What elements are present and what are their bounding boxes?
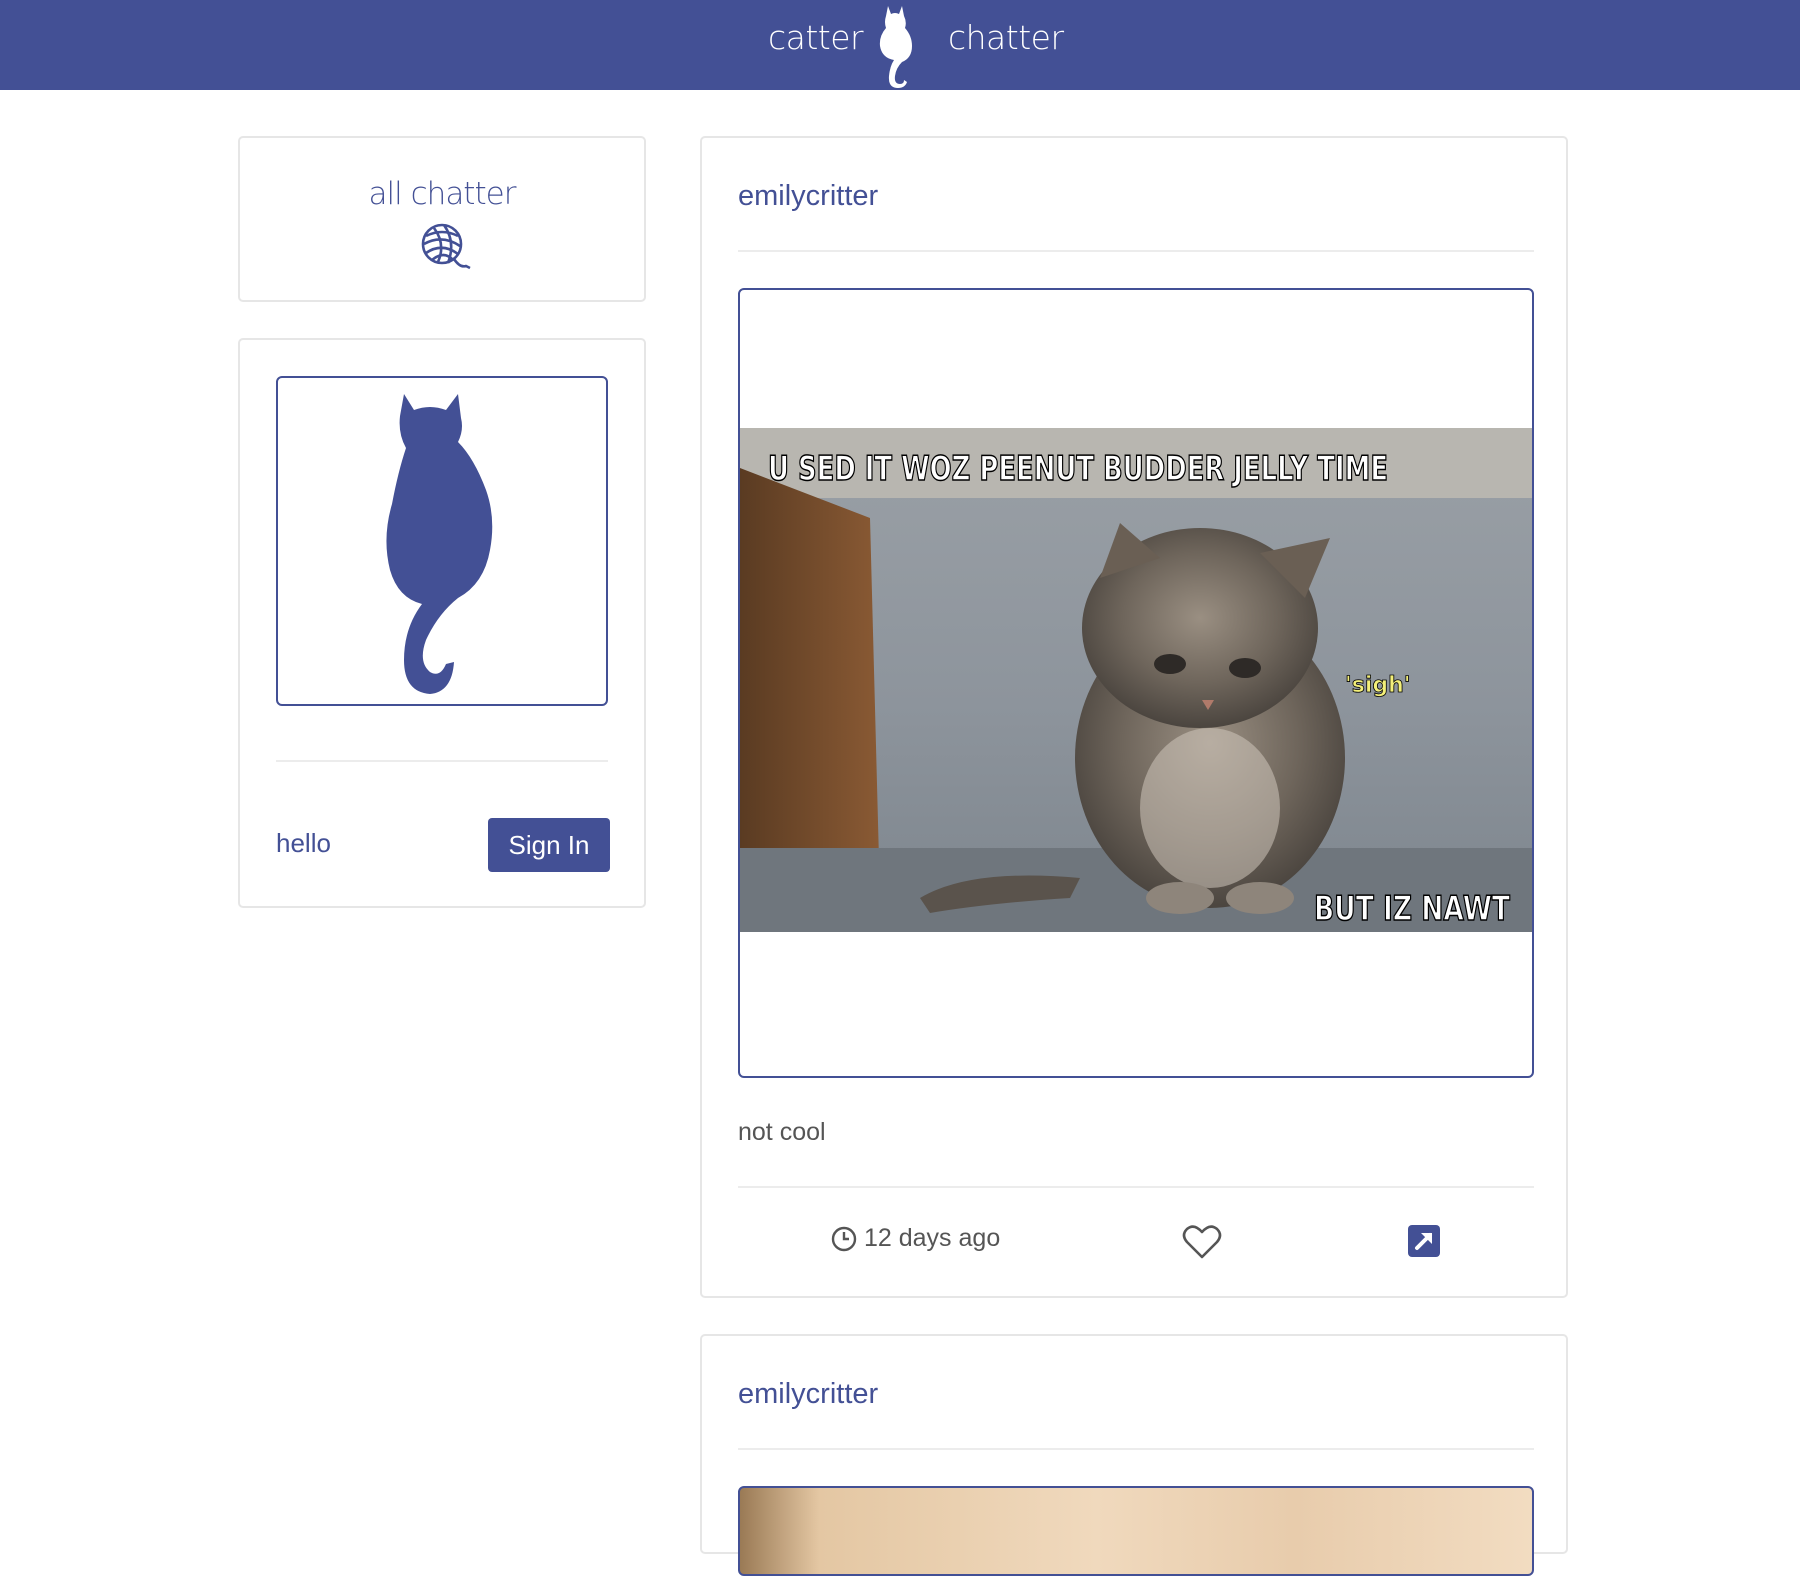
divider (276, 760, 608, 762)
post-card: emilycritter (700, 1334, 1568, 1576)
greeting-text: hello (276, 828, 331, 858)
post-author-link[interactable]: emilycritter (738, 180, 878, 213)
timestamp-text: 12 days ago (864, 1224, 1001, 1252)
external-link-icon[interactable] (1407, 1224, 1441, 1258)
divider (738, 1186, 1534, 1188)
post-image[interactable]: U SED IT WOZ PEENUT BUDDER JELLY TIME 's… (738, 288, 1534, 1078)
post-card: emilycritter (700, 136, 1568, 1298)
cat-logo-icon[interactable] (874, 2, 916, 88)
meme-top-text: U SED IT WOZ PEENUT BUDDER JELLY TIME (768, 449, 1388, 489)
kitten-meme-image: U SED IT WOZ PEENUT BUDDER JELLY TIME 's… (740, 428, 1532, 932)
post-caption: not cool (738, 1118, 826, 1146)
avatar (276, 376, 608, 706)
top-navbar: catter chatter (0, 0, 1800, 90)
divider (738, 1448, 1534, 1450)
brand-text-right[interactable]: chatter (948, 18, 1064, 57)
yarn-ball-icon (421, 223, 471, 270)
brand-text-left[interactable]: catter (768, 18, 864, 57)
clock-icon (831, 1226, 857, 1251)
divider (738, 250, 1534, 252)
meme-bottom-text: BUT IZ NAWT (1314, 889, 1511, 929)
cat-silhouette-icon (386, 394, 493, 694)
all-chatter-card[interactable]: all chatter (238, 136, 646, 302)
login-card: hello Sign In (238, 338, 646, 908)
heart-outline-icon[interactable] (1182, 1224, 1222, 1260)
sign-in-button[interactable]: Sign In (488, 818, 610, 872)
all-chatter-label[interactable]: all chatter (240, 176, 644, 212)
meme-side-text: 'sigh' (1345, 673, 1411, 698)
post-author-link[interactable]: emilycritter (738, 1378, 878, 1411)
post-timestamp: 12 days ago (830, 1224, 1000, 1253)
